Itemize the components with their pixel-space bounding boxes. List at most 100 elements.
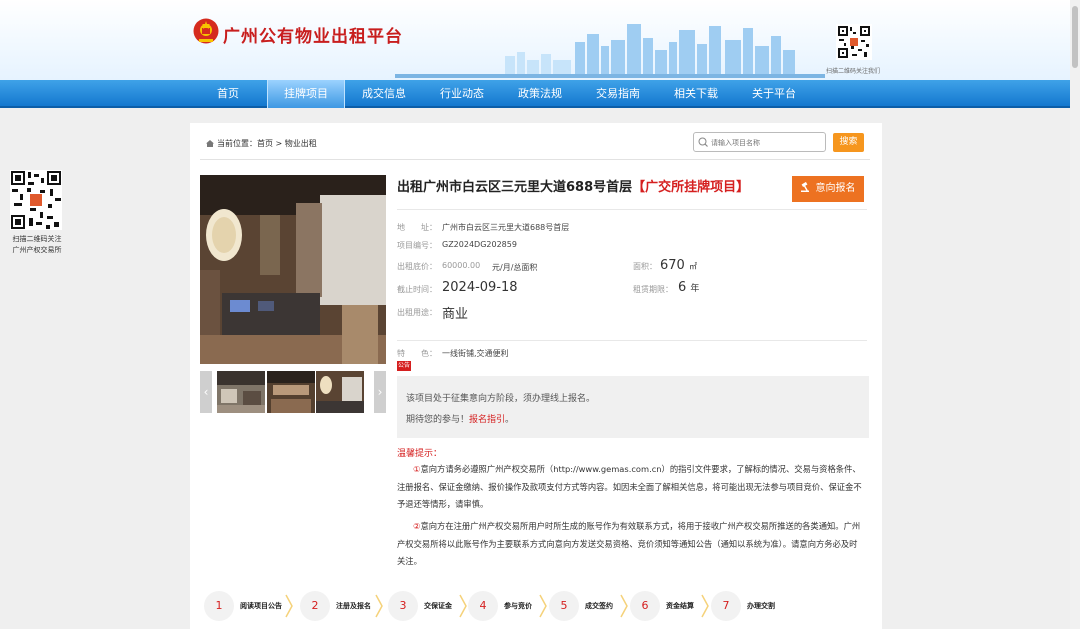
thumbnail-next-button[interactable]: › (374, 371, 386, 413)
process-steps: 1 阅读项目公告 2 注册及报名 3 交保证金 4 参与竞价 5 成交签约 6 … (204, 591, 804, 621)
search-button[interactable]: 搜索 (833, 133, 864, 152)
scrollbar-thumb[interactable] (1072, 6, 1078, 68)
step-label: 资金结算 (666, 602, 694, 610)
area-value: 670 ㎡ (660, 258, 697, 273)
scrollbar-track[interactable] (1070, 0, 1080, 629)
gavel-icon (800, 182, 809, 192)
side-qr-caption-line1: 扫描二维码关注 (12, 235, 62, 243)
area-unit: ㎡ (688, 262, 697, 271)
property-title: 出租广州市白云区三元里大道688号首层【广交所挂牌项目】 (397, 176, 749, 195)
notice-line2-suffix: 。 (505, 415, 515, 425)
side-qr-caption-line2: 广州产权交易所 (12, 246, 62, 254)
tips-paragraph-2: ②意向方在注册广州产权交易所用户时所生成的账号作为有效联系方式，将用于接收广州产… (397, 518, 865, 571)
usage-label: 出租用途： (397, 308, 437, 317)
deadline-label: 截止时间： (397, 285, 437, 294)
site-title[interactable]: 广州公有物业出租平台 (223, 22, 403, 47)
thumbnail-3[interactable] (316, 371, 364, 413)
lease-term-value: 6 年 (678, 280, 699, 295)
property-main-photo[interactable] (200, 175, 386, 364)
nav-trade-guide[interactable]: 交易指南 (579, 80, 657, 108)
feature-label: 特 色： (397, 349, 437, 358)
step-number: 3 (388, 591, 418, 621)
side-qr-caption: 扫描二维码关注 广州产权交易所 (6, 234, 68, 256)
breadcrumb: 当前位置：首页 > 物业出租 (206, 138, 317, 149)
search-icon (698, 137, 708, 147)
step-label: 成交签约 (585, 602, 613, 610)
step-label: 交保证金 (424, 602, 452, 610)
tips-text-1: 意向方请务必遵照广州产权交易所（http://www.gemas.com.cn）… (397, 464, 862, 509)
apply-button-label: 意向报名 (815, 183, 856, 194)
lease-term-unit: 年 (690, 284, 700, 294)
breadcrumb-label: 当前位置： (217, 139, 257, 148)
notice-line2-prefix: 期待您的参与！ (406, 415, 470, 425)
chevron-right-icon (459, 594, 467, 618)
breadcrumb-home-link[interactable]: 首页 (257, 139, 273, 148)
thumbnail-2[interactable] (267, 371, 315, 413)
notice-line1: 该项目处于征集意向方阶段，须办理线上报名。 (406, 394, 596, 404)
nav-about[interactable]: 关于平台 (735, 80, 813, 108)
home-icon (206, 140, 214, 147)
search-input[interactable] (711, 135, 821, 150)
thumbnail-1[interactable] (217, 371, 265, 413)
address-value: 广州市白云区三元里大道688号首层 (442, 223, 570, 232)
breadcrumb-separator: > (273, 139, 285, 148)
step-label: 阅读项目公告 (240, 602, 282, 610)
divider (397, 209, 867, 210)
nav-industry-news[interactable]: 行业动态 (423, 80, 501, 108)
lease-term-label: 租赁期限： (633, 285, 673, 294)
price-label: 出租底价： (397, 262, 437, 271)
tips-paragraph-1: ①意向方请务必遵照广州产权交易所（http://www.gemas.com.cn… (397, 461, 865, 514)
nav-deals[interactable]: 成交信息 (345, 80, 423, 108)
search-box[interactable] (693, 132, 826, 152)
step-number: 4 (468, 591, 498, 621)
chevron-right-icon (701, 594, 709, 618)
price-unit: 元/月/总面积 (492, 263, 538, 272)
step-number: 1 (204, 591, 234, 621)
nav-home[interactable]: 首页 (189, 80, 267, 108)
chevron-right-icon (375, 594, 383, 618)
nav-downloads[interactable]: 相关下载 (657, 80, 735, 108)
content-panel: 当前位置：首页 > 物业出租 搜索 ‹ › 出租广州市白云区三元里大道688号首… (190, 123, 882, 629)
feature-value: 一线街铺,交通便利 (442, 349, 509, 358)
apply-button[interactable]: 意向报名 (792, 176, 864, 202)
step-label: 注册及报名 (336, 602, 371, 610)
qr-code-icon (836, 24, 872, 60)
notice-box: 该项目处于征集意向方阶段，须办理线上报名。 期待您的参与！报名指引。 (397, 376, 869, 438)
main-nav: 首页 挂牌项目 成交信息 行业动态 政策法规 交易指南 相关下载 关于平台 (0, 80, 1080, 108)
deadline-value: 2024-09-18 (442, 280, 518, 295)
registration-guide-link[interactable]: 报名指引 (469, 415, 505, 425)
notice-line2: 期待您的参与！报名指引。 (406, 412, 514, 425)
step-label: 办理交割 (747, 602, 775, 610)
step-number: 2 (300, 591, 330, 621)
tips-title: 温馨提示： (397, 449, 443, 459)
project-code-value: GZ2024DG202859 (442, 240, 517, 249)
step-number: 5 (549, 591, 579, 621)
step-label: 参与竞价 (504, 602, 532, 610)
emblem-logo-icon (193, 18, 219, 44)
property-title-text: 出租广州市白云区三元里大道688号首层 (397, 180, 633, 195)
step-number: 7 (711, 591, 741, 621)
breadcrumb-current: 物业出租 (284, 139, 317, 148)
area-label: 面积： (633, 262, 657, 271)
chevron-right-icon (285, 594, 293, 618)
step-number: 6 (630, 591, 660, 621)
address-label: 地 址： (397, 223, 437, 232)
divider (200, 159, 870, 160)
city-skyline-banner (395, 24, 825, 78)
nav-policies[interactable]: 政策法规 (501, 80, 579, 108)
side-qr-code-icon (10, 170, 62, 230)
announcement-badge[interactable]: 公告 (397, 361, 412, 371)
price-value: 60000.00 (442, 261, 481, 270)
chevron-right-icon (539, 594, 547, 618)
lease-term-number: 6 (678, 280, 687, 295)
qr-caption: 扫描二维码关注我们 (826, 68, 881, 75)
tips-text-2: 意向方在注册广州产权交易所用户时所生成的账号作为有效联系方式，将用于接收广州产权… (397, 521, 861, 566)
chevron-right-icon (620, 594, 628, 618)
exchange-listing-tag: 【广交所挂牌项目】 (632, 180, 750, 195)
site-header: 广州公有物业出租平台 扫描二维码关注我们 (0, 0, 1080, 80)
thumbnail-prev-button[interactable]: ‹ (200, 371, 212, 413)
divider (397, 340, 867, 341)
usage-value: 商业 (442, 307, 469, 322)
nav-listings[interactable]: 挂牌项目 (267, 80, 345, 108)
project-code-label: 项目编号： (397, 241, 437, 250)
